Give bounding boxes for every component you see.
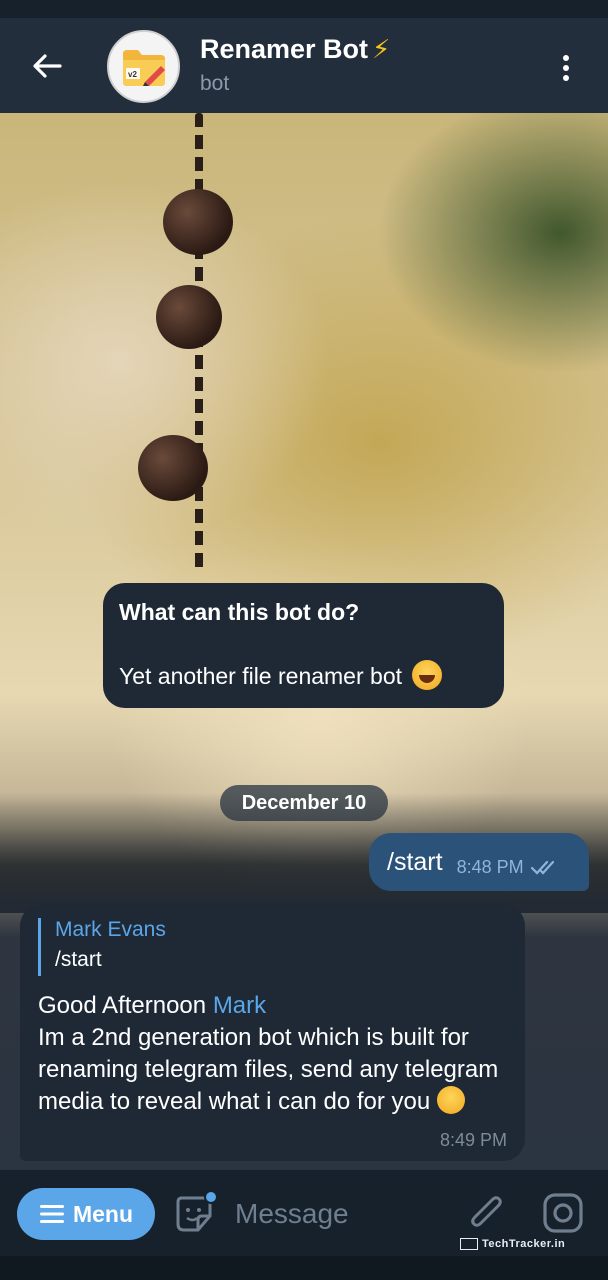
double-check-icon — [530, 860, 554, 875]
chat-header: v2 Renamer Bot ⚡ bot — [0, 18, 608, 113]
outgoing-message[interactable]: /start 8:48 PM — [369, 833, 589, 891]
notification-dot — [204, 1190, 218, 1204]
menu-button[interactable]: Menu — [17, 1188, 155, 1240]
reply-author: Mark Evans — [55, 918, 166, 941]
incoming-message[interactable]: Mark Evans /start Good Afternoon Mark Im… — [20, 904, 525, 1161]
laughing-tears-emoji-icon — [412, 660, 443, 690]
bot-avatar[interactable]: v2 — [107, 30, 180, 103]
attach-button[interactable] — [466, 1192, 506, 1236]
bot-description-answer: Yet another file renamer bot — [119, 663, 402, 689]
smirk-emoji-icon — [436, 1086, 465, 1114]
sticker-button[interactable] — [174, 1190, 218, 1238]
bot-description-text: Yet another file renamer bot — [119, 660, 488, 690]
folder-rename-icon: v2 — [122, 49, 165, 86]
outgoing-message-text: /start — [387, 847, 443, 876]
incoming-message-text: Good Afternoon Mark Im a 2nd generation … — [38, 990, 507, 1118]
instagram-camera-icon — [543, 1193, 583, 1233]
greeting-text: Good Afternoon — [38, 992, 207, 1019]
bot-description-bubble: What can this bot do? Yet another file r… — [103, 583, 504, 708]
message-input[interactable] — [235, 1190, 445, 1238]
camera-button[interactable] — [542, 1192, 586, 1236]
chat-subtitle: bot — [200, 72, 230, 95]
wallpaper-bead — [163, 189, 233, 255]
watermark-text: TechTracker.in — [482, 1238, 566, 1250]
paperclip-icon — [471, 1196, 502, 1227]
wallpaper-bead — [156, 285, 222, 349]
watermark-logo-icon — [460, 1238, 478, 1250]
back-button[interactable] — [22, 46, 72, 86]
hamburger-icon — [39, 1205, 64, 1223]
date-separator: December 10 — [220, 785, 388, 821]
system-nav-bar — [0, 1256, 608, 1280]
menu-button-label: Menu — [72, 1200, 134, 1227]
avatar-badge-text: v2 — [128, 70, 137, 79]
more-vertical-icon[interactable] — [548, 46, 584, 90]
arrow-left-icon — [33, 54, 62, 78]
message-body: Im a 2nd generation bot which is built f… — [38, 1024, 499, 1115]
wallpaper-bead — [138, 435, 208, 501]
chat-title-text: Renamer Bot — [200, 34, 369, 64]
chat-title[interactable]: Renamer Bot ⚡ — [200, 34, 390, 65]
status-bar — [0, 0, 608, 18]
reply-quote[interactable]: Mark Evans /start — [38, 918, 507, 976]
lightning-bolt-icon: ⚡ — [372, 34, 391, 64]
bot-description-title: What can this bot do? — [119, 599, 360, 625]
watermark: TechTracker.in — [460, 1238, 565, 1250]
reply-text: /start — [55, 948, 102, 971]
outgoing-message-time: 8:48 PM — [456, 856, 524, 877]
incoming-message-time: 8:49 PM — [439, 1130, 507, 1150]
user-mention[interactable]: Mark — [213, 992, 266, 1019]
